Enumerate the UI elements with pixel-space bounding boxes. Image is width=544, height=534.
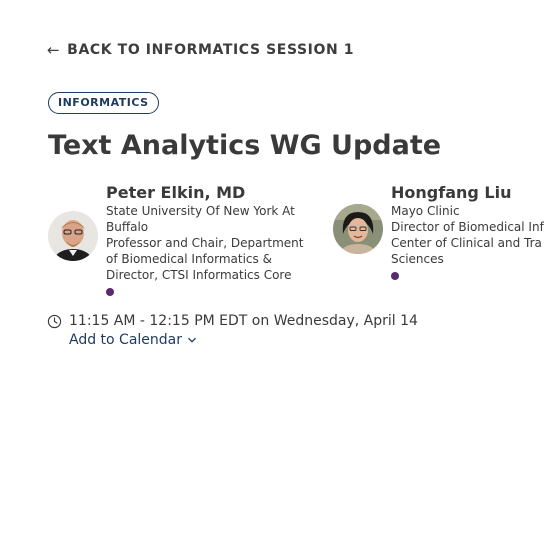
- session-time: 11:15 AM - 12:15 PM EDT on Wednesday, Ap…: [47, 313, 418, 329]
- speaker-name[interactable]: Hongfang Liu: [391, 183, 544, 203]
- chevron-down-icon: [188, 337, 196, 343]
- speaker-indicator-dot: [391, 272, 399, 280]
- speaker-avatar: [333, 204, 383, 254]
- session-title: Text Analytics WG Update: [48, 130, 442, 161]
- speaker-avatar: [48, 211, 98, 261]
- speaker-affiliation: Buffalo: [106, 220, 149, 234]
- back-to-session-link[interactable]: ← BACK TO INFORMATICS SESSION 1: [47, 41, 354, 59]
- category-tag[interactable]: INFORMATICS: [48, 92, 159, 114]
- back-link-label: BACK TO INFORMATICS SESSION 1: [67, 42, 355, 58]
- arrow-left-icon: ←: [47, 41, 61, 59]
- speaker-affiliation: Mayo Clinic: [391, 204, 460, 218]
- speaker-card: Peter Elkin, MD State University Of New …: [48, 183, 321, 296]
- clock-icon: [47, 314, 62, 328]
- speaker-info: Hongfang Liu Mayo Clinic Director of Bio…: [391, 183, 544, 280]
- speaker-indicator-dot: [106, 288, 114, 296]
- speaker-role: Sciences: [391, 252, 444, 266]
- session-page: ← BACK TO INFORMATICS SESSION 1 INFORMAT…: [0, 0, 544, 534]
- speaker-name[interactable]: Peter Elkin, MD: [106, 183, 321, 203]
- speaker-card: Hongfang Liu Mayo Clinic Director of Bio…: [333, 183, 544, 280]
- speaker-role: of Biomedical Informatics &: [106, 252, 272, 266]
- add-to-calendar-dropdown[interactable]: Add to Calendar: [69, 332, 197, 348]
- speaker-info: Peter Elkin, MD State University Of New …: [106, 183, 321, 296]
- speaker-role: Center of Clinical and Tra: [391, 236, 542, 250]
- speaker-affiliation: State University Of New York At: [106, 204, 295, 218]
- speaker-role: Professor and Chair, Department: [106, 236, 304, 250]
- speaker-role: Director, CTSI Informatics Core: [106, 268, 292, 282]
- speaker-role: Director of Biomedical Inf: [391, 220, 544, 234]
- session-time-text: 11:15 AM - 12:15 PM EDT on Wednesday, Ap…: [69, 313, 418, 329]
- add-to-calendar-label: Add to Calendar: [69, 332, 183, 348]
